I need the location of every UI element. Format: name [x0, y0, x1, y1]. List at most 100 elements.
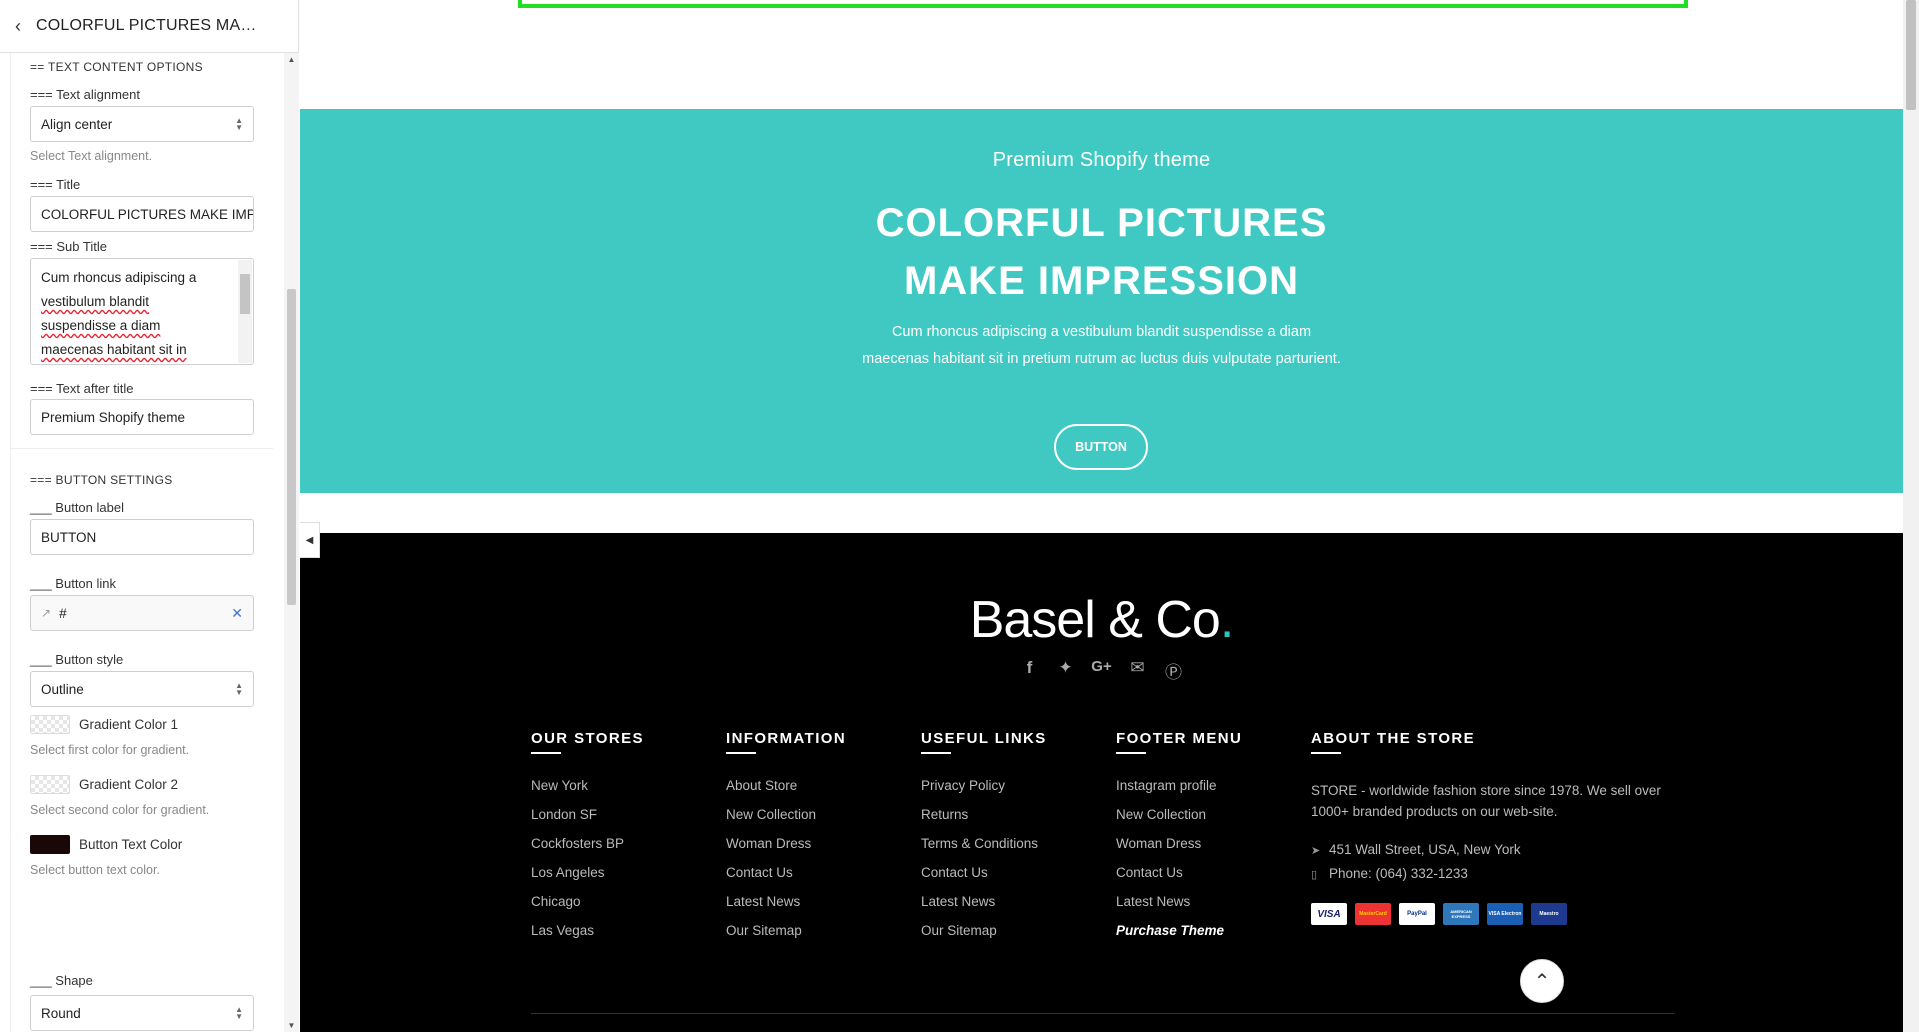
footer-link[interactable]: Cockfosters BP: [531, 834, 644, 863]
panel-settings-scroll[interactable]: == TEXT CONTENT OPTIONS === Text alignme…: [0, 53, 284, 1032]
back-arrow-icon[interactable]: ‹: [0, 16, 36, 37]
footer-link[interactable]: Privacy Policy: [921, 776, 1047, 805]
footer-link[interactable]: New York: [531, 776, 644, 805]
panel-scrollbar[interactable]: ▲ ▼: [284, 53, 299, 1032]
banner-subtitle: Cum rhoncus adipiscing a vestibulum blan…: [862, 324, 1341, 367]
gradient-color-2-hint: Select second color for gradient.: [30, 803, 210, 817]
facebook-icon[interactable]: f: [1019, 658, 1041, 683]
footer-link[interactable]: Our Sitemap: [726, 921, 846, 950]
twitter-icon[interactable]: ✦: [1055, 658, 1077, 683]
shape-select[interactable]: Round ▲ ▼: [30, 995, 254, 1031]
visa-electron-icon: VISA Electron: [1487, 903, 1523, 925]
footer-column-title: ABOUT THE STORE: [1311, 730, 1681, 754]
footer-link[interactable]: Terms & Conditions: [921, 834, 1047, 863]
store-address: ➤ 451 Wall Street, USA, New York: [1311, 842, 1521, 857]
visa-card-icon: VISA: [1311, 903, 1347, 925]
pinterest-icon[interactable]: Ⓟ: [1163, 658, 1185, 683]
page-scrollbar-thumb[interactable]: [1906, 0, 1916, 110]
text-after-title-value: Premium Shopify theme: [41, 409, 186, 425]
footer-link[interactable]: Woman Dress: [1116, 834, 1242, 863]
payment-cards: VISA MasterCard PayPal AMERICAN EXPRESS …: [1311, 903, 1681, 925]
page-scrollbar[interactable]: [1903, 0, 1919, 1032]
scroll-down-icon[interactable]: ▼: [284, 1021, 299, 1030]
button-text-color-hint: Select button text color.: [30, 863, 160, 877]
button-text-color-swatch[interactable]: [30, 835, 70, 854]
scroll-up-icon[interactable]: ▲: [284, 55, 299, 64]
footer-link[interactable]: Latest News: [726, 892, 846, 921]
location-arrow-icon: ➤: [1311, 845, 1321, 857]
footer-link[interactable]: Our Sitemap: [921, 921, 1047, 950]
footer-column-title: FOOTER MENU: [1116, 730, 1242, 754]
select-arrows-icon: ▲ ▼: [235, 1005, 243, 1021]
text-alignment-value: Align center: [41, 116, 113, 132]
panel-title: COLORFUL PICTURES MAKE ...: [36, 17, 266, 34]
subtitle-textarea[interactable]: Cum rhoncus adipiscing a vestibulum blan…: [30, 258, 254, 365]
title-input[interactable]: COLORFUL PICTURES MAKE IMP: [30, 196, 254, 232]
panel-scrollbar-thumb[interactable]: [287, 289, 296, 605]
footer-column-useful-links: USEFUL LINKS Privacy Policy Returns Term…: [921, 730, 1047, 950]
subtitle-line: maecenas habitant sit in: [41, 342, 187, 357]
banner-button[interactable]: BUTTON: [1054, 424, 1148, 470]
google-plus-icon[interactable]: G+: [1091, 658, 1113, 683]
footer-link[interactable]: Woman Dress: [726, 834, 846, 863]
subtitle-line: Cum rhoncus adipiscing a: [41, 270, 197, 285]
footer-column-information: INFORMATION About Store New Collection W…: [726, 730, 846, 950]
footer-link[interactable]: New Collection: [1116, 805, 1242, 834]
social-links: f ✦ G+ ✉ Ⓟ: [300, 658, 1903, 683]
email-icon[interactable]: ✉: [1127, 658, 1149, 683]
title-input-value: COLORFUL PICTURES MAKE IMP: [41, 206, 254, 222]
text-content-section-heading: == TEXT CONTENT OPTIONS: [30, 60, 203, 74]
promo-banner: Premium Shopify theme COLORFUL PICTURES …: [300, 109, 1903, 493]
text-alignment-select[interactable]: Align center ▲ ▼: [30, 106, 254, 142]
subtitle-line: vestibulum blandit: [41, 294, 150, 309]
footer-link[interactable]: Las Vegas: [531, 921, 644, 950]
footer-link[interactable]: New Collection: [726, 805, 846, 834]
subtitle-line: suspendisse a diam: [41, 318, 161, 333]
footer-link[interactable]: Latest News: [1116, 892, 1242, 921]
logo-dot: .: [1219, 591, 1234, 649]
banner-title: COLORFUL PICTURES MAKE IMPRESSION: [300, 194, 1903, 310]
button-link-input[interactable]: ↗ # ✕: [30, 595, 254, 631]
about-store-text: STORE - worldwide fashion store since 19…: [1311, 783, 1661, 819]
selected-section-outline: [518, 0, 1688, 8]
footer-link[interactable]: London SF: [531, 805, 644, 834]
footer-column-our-stores: OUR STORES New York London SF Cockfoster…: [531, 730, 644, 950]
text-after-title-input[interactable]: Premium Shopify theme: [30, 399, 254, 435]
textarea-scrollbar[interactable]: [238, 260, 252, 363]
footer-column-footer-menu: FOOTER MENU Instagram profile New Collec…: [1116, 730, 1242, 950]
footer-link[interactable]: Chicago: [531, 892, 644, 921]
gradient-color-1-swatch[interactable]: [30, 715, 70, 734]
store-phone: ▯ Phone: (064) 332-1233: [1311, 866, 1468, 881]
gradient-color-2-swatch[interactable]: [30, 775, 70, 794]
button-label-value: BUTTON: [41, 529, 97, 545]
clear-link-icon[interactable]: ✕: [231, 605, 243, 622]
purchase-theme-link[interactable]: Purchase Theme: [1116, 921, 1242, 950]
gradient-color-1-hint: Select first color for gradient.: [30, 743, 190, 757]
footer-column-title: INFORMATION: [726, 730, 846, 754]
footer-about-store: ABOUT THE STORE STORE - worldwide fashio…: [1311, 730, 1681, 925]
footer-link[interactable]: Instagram profile: [1116, 776, 1242, 805]
banner-title-line: COLORFUL PICTURES: [875, 201, 1328, 245]
external-link-icon: ↗: [41, 606, 52, 620]
button-link-label: ___ Button link: [30, 576, 117, 591]
button-style-value: Outline: [41, 681, 84, 697]
amex-card-icon: AMERICAN EXPRESS: [1443, 903, 1479, 925]
footer-column-title: USEFUL LINKS: [921, 730, 1047, 754]
footer-link[interactable]: Contact Us: [921, 863, 1047, 892]
button-style-select[interactable]: Outline ▲ ▼: [30, 671, 254, 707]
footer-link[interactable]: Contact Us: [1116, 863, 1242, 892]
footer-link[interactable]: Los Angeles: [531, 863, 644, 892]
logo-text: Basel & Co: [969, 591, 1221, 649]
button-label-label: ___ Button label: [30, 500, 124, 515]
footer-link[interactable]: Returns: [921, 805, 1047, 834]
collapse-panel-button[interactable]: ◀: [300, 522, 320, 558]
footer-link[interactable]: About Store: [726, 776, 846, 805]
scroll-to-top-button[interactable]: ⌃: [1520, 959, 1564, 1003]
button-label-input[interactable]: BUTTON: [30, 519, 254, 555]
footer-column-title: OUR STORES: [531, 730, 644, 754]
text-alignment-label: === Text alignment: [30, 87, 140, 102]
footer-link[interactable]: Contact Us: [726, 863, 846, 892]
footer-logo[interactable]: Basel & Co.: [300, 590, 1903, 650]
footer-link[interactable]: Latest News: [921, 892, 1047, 921]
select-arrows-icon: ▲ ▼: [235, 681, 243, 697]
